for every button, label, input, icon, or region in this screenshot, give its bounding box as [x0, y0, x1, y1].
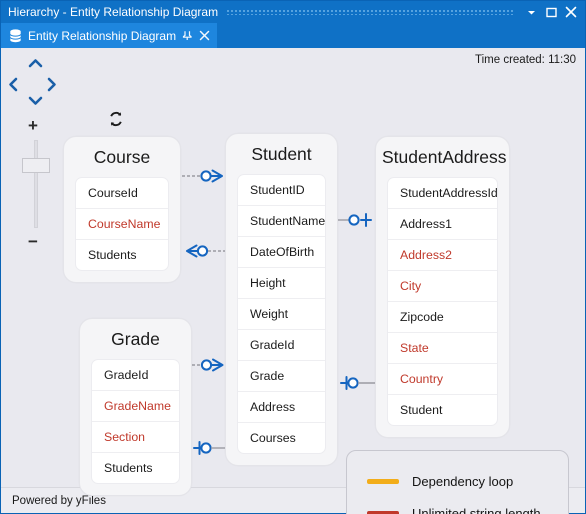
dropdown-chevron-icon[interactable]	[521, 2, 541, 22]
tab-label: Entity Relationship Diagram	[28, 28, 177, 43]
entity-node[interactable]: Student StudentID StudentName DateOfBirth He…	[225, 133, 338, 466]
tab-strip: Entity Relationship Diagram	[1, 23, 585, 48]
legend-rows: Dependency loop Unlimited string length	[367, 465, 568, 514]
entity-field[interactable]: CourseId	[76, 178, 168, 208]
entity-field[interactable]: Country	[388, 363, 497, 394]
entity-title: Student	[251, 144, 312, 164]
legend-color-swatch	[367, 510, 399, 514]
entity-title: Course	[93, 147, 151, 167]
legend-item: Unlimited string length	[367, 497, 568, 514]
entity-field[interactable]: Courses	[238, 422, 325, 453]
entity-field[interactable]: State	[388, 332, 497, 363]
entity-field[interactable]: Students	[76, 239, 168, 270]
pin-icon[interactable]	[182, 30, 193, 41]
entity-node[interactable]: StudentAddress StudentAddressId Address1 Ad…	[375, 136, 510, 438]
entity-field[interactable]: Height	[238, 267, 325, 298]
entity-field[interactable]: Students	[92, 452, 179, 483]
entity-title: StudentAddress	[382, 147, 507, 167]
entity-node[interactable]: Grade GradeId GradeName Section Students	[79, 318, 192, 496]
window-title: Hierarchy - Entity Relationship Diagram	[8, 5, 219, 19]
entity-field[interactable]: City	[388, 270, 497, 301]
diagram-canvas[interactable]: Course CourseId CourseName Students Student S…	[1, 48, 585, 514]
legend-color-swatch	[367, 478, 399, 484]
tab-close-icon[interactable]	[199, 30, 210, 41]
entity-field[interactable]: Address1	[388, 208, 497, 239]
maximize-icon[interactable]	[541, 2, 561, 22]
legend-item: Dependency loop	[367, 465, 568, 497]
legend-label: Unlimited string length	[412, 505, 541, 514]
entity-field[interactable]: GradeId	[92, 360, 179, 390]
entity-field[interactable]: GradeName	[92, 390, 179, 421]
legend-panel: Dependency loop Unlimited string length	[346, 450, 569, 514]
database-icon	[9, 28, 22, 43]
entity-field-list: GradeId GradeName Section Students	[91, 359, 180, 484]
entity-field-list: StudentAddressId Address1 Address2 City Zipc…	[387, 177, 498, 426]
legend-label: Dependency loop	[412, 473, 514, 489]
entity-field[interactable]: DateOfBirth	[238, 236, 325, 267]
entity-node[interactable]: Course CourseId CourseName Students	[63, 136, 181, 283]
entity-field[interactable]: Section	[92, 421, 179, 452]
entity-field[interactable]: StudentAddressId	[388, 178, 497, 208]
entity-field-list: CourseId CourseName Students	[75, 177, 169, 271]
entity-field[interactable]: Grade	[238, 360, 325, 391]
application-window: Hierarchy - Entity Relationship Diagram	[0, 0, 586, 514]
entity-field[interactable]: Student	[388, 394, 497, 425]
entity-field[interactable]: Address2	[388, 239, 497, 270]
titlebar-drag-area[interactable]	[226, 9, 513, 15]
tab-entity-relationship-diagram[interactable]: Entity Relationship Diagram	[1, 23, 218, 48]
entity-title: Grade	[111, 329, 160, 349]
entity-field[interactable]: Address	[238, 391, 325, 422]
diagram-workspace: + − Time created: 11:30 Course CourseId …	[1, 48, 585, 514]
entity-field[interactable]: StudentName	[238, 205, 325, 236]
entity-field-list: StudentID StudentName DateOfBirth Height Wei…	[237, 174, 326, 454]
close-icon[interactable]	[561, 2, 581, 22]
entity-field[interactable]: GradeId	[238, 329, 325, 360]
entity-field[interactable]: Zipcode	[388, 301, 497, 332]
title-bar: Hierarchy - Entity Relationship Diagram	[1, 1, 585, 23]
entity-field[interactable]: Weight	[238, 298, 325, 329]
entity-field[interactable]: StudentID	[238, 175, 325, 205]
entity-field[interactable]: CourseName	[76, 208, 168, 239]
